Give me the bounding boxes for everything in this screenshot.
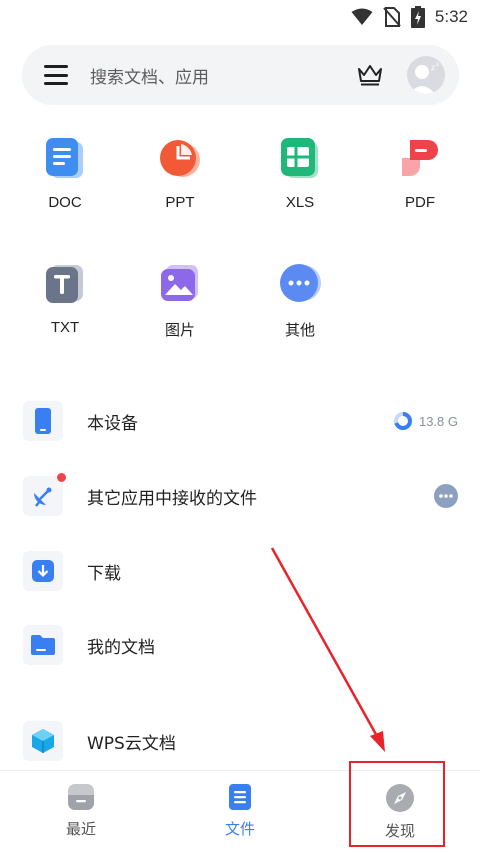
file-type-other[interactable]: 其他 <box>240 261 360 340</box>
file-type-label: 其他 <box>284 322 315 339</box>
status-time: 5:32 <box>434 7 468 26</box>
list-item-label: 本设备 <box>87 413 138 434</box>
nav-recent[interactable]: 最近 <box>21 783 141 839</box>
file-type-label: PPT <box>165 194 195 211</box>
no-sim-icon <box>383 7 401 27</box>
file-type-xls[interactable]: XLS <box>240 136 360 211</box>
file-type-txt[interactable]: TXT <box>5 261 125 336</box>
wifi-icon <box>351 8 373 25</box>
list-item-device[interactable]: 本设备 13.8 G <box>0 384 480 458</box>
crown-icon[interactable] <box>357 64 383 86</box>
ppt-icon <box>160 140 200 177</box>
folder-icon <box>31 635 55 655</box>
nav-label: 最近 <box>65 820 96 838</box>
list-item-my-documents[interactable]: 我的文档 <box>0 608 480 682</box>
xls-icon <box>281 138 318 178</box>
annotation-highlight-box <box>349 761 445 847</box>
file-type-doc[interactable]: DOC <box>5 136 125 211</box>
file-type-label: DOC <box>48 194 82 211</box>
row-icon-box <box>23 401 63 441</box>
list-item-received-files[interactable]: 其它应用中接收的文件 <box>0 459 480 533</box>
row-icon-box <box>23 625 63 665</box>
file-type-label: XLS <box>285 194 315 211</box>
list-item-label: 我的文档 <box>87 637 155 658</box>
nav-label: 文件 <box>224 820 255 838</box>
list-item-label: 下载 <box>87 563 121 584</box>
more-icon <box>280 264 321 302</box>
txt-icon <box>46 265 83 303</box>
list-item-label: WPS云文档 <box>87 733 176 754</box>
image-icon <box>161 265 198 301</box>
notification-dot <box>56 472 67 483</box>
file-type-image[interactable]: 图片 <box>120 261 240 340</box>
pdf-icon <box>402 140 438 176</box>
file-type-label: TXT <box>50 319 80 336</box>
phone-icon <box>35 408 51 434</box>
file-type-pdf[interactable]: PDF <box>360 136 480 211</box>
svg-text:z: z <box>431 63 435 72</box>
file-type-label: PDF <box>405 194 435 211</box>
recent-icon <box>68 784 94 810</box>
row-icon-box <box>23 472 67 516</box>
files-icon <box>229 784 251 810</box>
svg-text:z: z <box>436 62 439 68</box>
cloud-cube-icon <box>32 729 54 753</box>
menu-icon[interactable] <box>44 65 68 85</box>
file-type-ppt[interactable]: PPT <box>120 136 240 211</box>
satellite-icon <box>34 487 52 507</box>
list-item-label: 其它应用中接收的文件 <box>87 488 257 509</box>
file-type-label: 图片 <box>164 322 195 339</box>
row-icon-box <box>23 551 63 591</box>
search-input[interactable]: 搜索文档、应用 <box>90 63 357 88</box>
storage-indicator: 13.8 G <box>393 411 458 431</box>
search-bar[interactable]: 搜索文档、应用 z z <box>22 45 459 105</box>
row-icon-box <box>23 721 63 761</box>
doc-icon <box>46 138 83 178</box>
row-right <box>434 484 458 508</box>
avatar[interactable]: z z <box>407 56 445 94</box>
battery-charging-icon <box>410 6 425 28</box>
list-item-download[interactable]: 下载 <box>0 534 480 608</box>
storage-text: 13.8 G <box>418 413 458 429</box>
download-icon <box>32 560 54 582</box>
more-options-icon[interactable] <box>434 484 458 508</box>
storage-ring-icon <box>393 412 412 430</box>
status-bar: 5:32 <box>0 0 480 34</box>
nav-files[interactable]: 文件 <box>180 783 300 839</box>
